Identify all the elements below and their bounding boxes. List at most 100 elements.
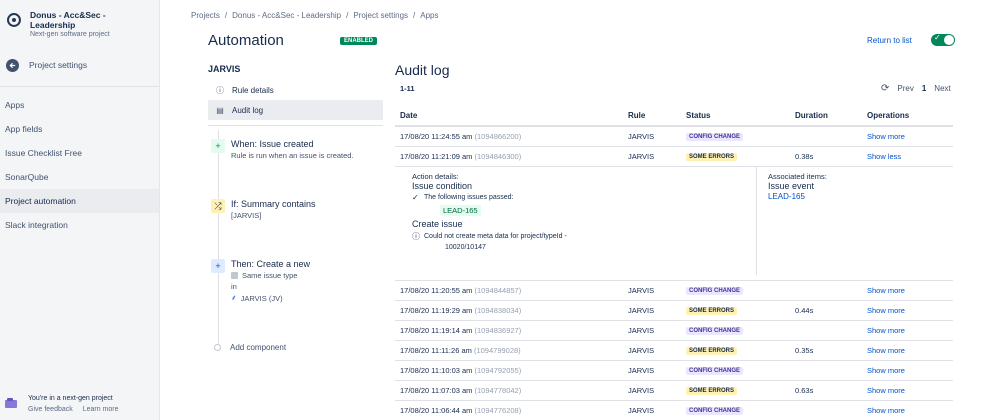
audit-log-table: Date Rule Status Duration Operations 17/…: [395, 106, 953, 420]
condition-title: If: Summary contains: [231, 199, 316, 209]
breadcrumb-project[interactable]: Donus - Acc&Sec - Leadership: [232, 11, 341, 20]
info-icon: ⓘ: [412, 231, 420, 241]
rule-nav-label: Audit log: [232, 105, 264, 115]
row-id: (1094846300): [474, 151, 522, 161]
trigger-title: When: Issue created: [231, 139, 314, 149]
show-more-link[interactable]: Show more: [867, 306, 905, 315]
show-less-link[interactable]: Show less: [867, 152, 901, 161]
action-step[interactable]: + Then: Create a new Same issue type in …: [211, 259, 310, 303]
row-rule: JARVIS: [623, 126, 681, 147]
current-page: 1: [921, 84, 927, 93]
table-header-row: Date Rule Status Duration Operations: [395, 106, 953, 127]
show-more-link[interactable]: Show more: [867, 326, 905, 335]
add-dot-icon: [214, 344, 221, 351]
status-lozenge: SOME ERRORS: [686, 387, 738, 395]
status-lozenge: CONFIG CHANGE: [686, 407, 743, 415]
row-id: (1094799028): [473, 345, 521, 355]
row-duration: 0.38s: [790, 146, 862, 167]
table-row: 17/08/20 11:20:55 am (1094844857) JARVIS…: [395, 280, 953, 301]
column-rule: Rule: [623, 106, 681, 127]
show-more-link[interactable]: Show more: [867, 366, 905, 375]
associated-items: Associated items: Issue event LEAD-165: [768, 172, 827, 201]
row-date: 17/08/20 11:19:14 am: [400, 325, 473, 335]
refresh-icon[interactable]: ⟳: [881, 83, 889, 94]
action-details-label: Action details:: [412, 171, 459, 181]
column-operations: Operations: [862, 106, 953, 127]
project-header[interactable]: Donus - Acc&Sec - Leadership Next-gen so…: [0, 0, 159, 38]
row-date: 17/08/20 11:19:29 am: [400, 305, 473, 315]
passed-issue-chip[interactable]: LEAD-165: [440, 204, 481, 216]
action-issue-type: Same issue type: [242, 271, 298, 280]
sidebar-item-app-fields[interactable]: App fields: [0, 117, 159, 141]
back-label: Project settings: [29, 60, 88, 70]
row-date: 17/08/20 11:11:26 am: [400, 345, 472, 355]
table-row: 17/08/20 11:10:03 am (1094792055) JARVIS…: [395, 360, 953, 381]
list-icon: ▤: [216, 105, 224, 115]
back-to-project-settings[interactable]: Project settings: [0, 58, 159, 72]
project-name: Donus - Acc&Sec - Leadership: [29, 10, 106, 30]
footer-title: You're in a next-gen project: [28, 395, 113, 402]
row-duration: 0.35s: [790, 340, 862, 361]
row-id: (1094838034): [474, 305, 522, 315]
column-date: Date: [395, 106, 623, 127]
breadcrumb-apps[interactable]: Apps: [420, 11, 438, 20]
sidebar-item-project-automation[interactable]: Project automation: [0, 189, 159, 213]
learn-more-link[interactable]: Learn more: [83, 406, 119, 413]
status-lozenge: CONFIG CHANGE: [686, 133, 743, 142]
row-rule: JARVIS: [623, 400, 681, 420]
row-id: (1094866200): [474, 131, 522, 141]
arrow-left-icon: [6, 58, 19, 72]
row-duration: 0.44s: [790, 300, 862, 321]
expanded-detail-row: Action details: Issue condition ✓ The fo…: [395, 166, 953, 281]
action-in-label: in: [231, 282, 237, 291]
breadcrumb: Projects / Donus - Acc&Sec - Leadership / Pr…: [191, 11, 439, 20]
error-message: Could not create meta data for project/t…: [424, 232, 567, 240]
plus-icon: +: [211, 139, 225, 153]
associated-issue-link[interactable]: LEAD-165: [768, 192, 827, 201]
breadcrumb-projects[interactable]: Projects: [191, 11, 220, 20]
rule-nav-label: Rule details: [232, 85, 274, 95]
row-id: (1094836927): [474, 325, 522, 335]
condition-step[interactable]: ⤮ If: Summary contains [JARVIS]: [211, 199, 316, 220]
table-row: 17/08/20 11:21:09 am (1094846300) JARVIS…: [395, 146, 953, 167]
sidebar-item-apps[interactable]: Apps: [0, 93, 159, 117]
prev-button[interactable]: Prev: [897, 84, 913, 93]
rule-nav-audit-log[interactable]: ▤ Audit log: [208, 100, 383, 120]
rule-enabled-toggle[interactable]: ✓: [931, 33, 955, 46]
show-more-link[interactable]: Show more: [867, 132, 905, 141]
passed-text: The following issues passed:: [424, 193, 514, 201]
breadcrumb-project-settings[interactable]: Project settings: [353, 11, 408, 20]
sidebar-item-sonarqube[interactable]: SonarQube: [0, 165, 159, 189]
give-feedback-link[interactable]: Give feedback: [28, 406, 73, 413]
column-duration: Duration: [790, 106, 862, 127]
flow-connector: [218, 130, 219, 344]
return-to-list-link[interactable]: Return to list: [867, 36, 912, 45]
row-rule: JARVIS: [623, 340, 681, 361]
add-component-button[interactable]: Add component: [214, 343, 286, 352]
status-lozenge: SOME ERRORS: [686, 307, 738, 315]
row-id: (1094776208): [474, 405, 522, 415]
status-lozenge: SOME ERRORS: [686, 153, 738, 161]
shuffle-icon: ⤮: [211, 199, 225, 213]
table-row: 17/08/20 11:19:14 am (1094836927) JARVIS…: [395, 320, 953, 341]
row-date: 17/08/20 11:24:55 am: [400, 131, 473, 141]
add-component-label: Add component: [230, 343, 287, 352]
sidebar-item-issue-checklist[interactable]: Issue Checklist Free: [0, 141, 159, 165]
show-more-link[interactable]: Show more: [867, 406, 905, 415]
audit-log-title: Audit log: [395, 62, 450, 78]
show-more-link[interactable]: Show more: [867, 386, 905, 395]
pagination: ⟳ Prev 1 Next: [881, 83, 951, 94]
trigger-step[interactable]: + When: Issue created Rule is run when a…: [211, 139, 354, 160]
toggle-knob: [944, 35, 954, 45]
row-id: (1094792055): [474, 365, 522, 375]
next-button[interactable]: Next: [934, 84, 950, 93]
detail-divider: [756, 166, 757, 275]
show-more-link[interactable]: Show more: [867, 346, 905, 355]
sidebar-item-slack-integration[interactable]: Slack integration: [0, 213, 159, 237]
row-rule: JARVIS: [623, 300, 681, 321]
page-title: Automation: [208, 32, 284, 49]
status-badge: ENABLED: [340, 37, 378, 45]
rule-nav-rule-details[interactable]: ⓘ Rule details: [208, 80, 383, 100]
row-rule: JARVIS: [623, 360, 681, 381]
show-more-link[interactable]: Show more: [867, 286, 905, 295]
